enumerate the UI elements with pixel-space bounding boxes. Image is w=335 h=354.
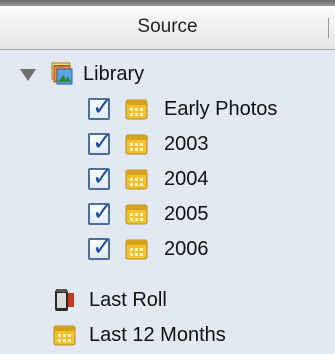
calendar-album-icon <box>53 325 76 346</box>
include-checkbox-2005[interactable]: ✓ <box>88 198 113 226</box>
source-column-header[interactable]: Source <box>0 6 335 50</box>
checkmark-icon: ✓ <box>92 128 113 156</box>
tree-item-label-library: Library <box>83 63 145 85</box>
tree-item-label: Early Photos <box>164 98 278 120</box>
disclosure-triangle-icon[interactable] <box>20 69 36 81</box>
checkmark-icon: ✓ <box>92 93 113 121</box>
header-resize-handle[interactable] <box>328 18 329 38</box>
tree-item-label: 2003 <box>164 133 209 155</box>
calendar-album-icon <box>125 134 148 155</box>
tree-row-2004[interactable]: ✓ 2004 <box>0 162 335 196</box>
source-header-title: Source <box>137 16 198 37</box>
source-pane: Source Library ✓ Early Photos ✓ 2003 ✓ 2… <box>0 0 335 354</box>
source-tree: Library ✓ Early Photos ✓ 2003 ✓ 2004 ✓ 2… <box>0 50 335 354</box>
tree-item-label: 2006 <box>164 238 209 260</box>
checkmark-icon: ✓ <box>92 233 113 261</box>
tree-item-label-last-12-months: Last 12 Months <box>89 324 226 346</box>
tree-row-library[interactable]: Library <box>0 58 335 92</box>
calendar-album-icon <box>125 204 148 225</box>
tree-row-early-photos[interactable]: ✓ Early Photos <box>0 92 335 126</box>
include-checkbox-2003[interactable]: ✓ <box>88 128 113 156</box>
tree-row-last-12-months[interactable]: Last 12 Months <box>0 318 335 352</box>
tree-row-2005[interactable]: ✓ 2005 <box>0 197 335 231</box>
include-checkbox-2006[interactable]: ✓ <box>88 233 113 261</box>
tree-row-2003[interactable]: ✓ 2003 <box>0 127 335 161</box>
photo-library-icon <box>51 62 73 85</box>
include-checkbox-early-photos[interactable]: ✓ <box>88 93 113 121</box>
tree-item-label-last-roll: Last Roll <box>89 289 167 311</box>
tree-item-label: 2004 <box>164 168 209 190</box>
tree-row-last-roll[interactable]: Last Roll <box>0 283 335 317</box>
tree-item-label: 2005 <box>164 203 209 225</box>
calendar-album-icon <box>125 169 148 190</box>
include-checkbox-2004[interactable]: ✓ <box>88 163 113 191</box>
checkmark-icon: ✓ <box>92 163 113 191</box>
calendar-album-icon <box>125 239 148 260</box>
checkmark-icon: ✓ <box>92 198 113 226</box>
film-roll-icon <box>55 289 74 311</box>
calendar-album-icon <box>125 99 148 120</box>
tree-row-2006[interactable]: ✓ 2006 <box>0 232 335 266</box>
